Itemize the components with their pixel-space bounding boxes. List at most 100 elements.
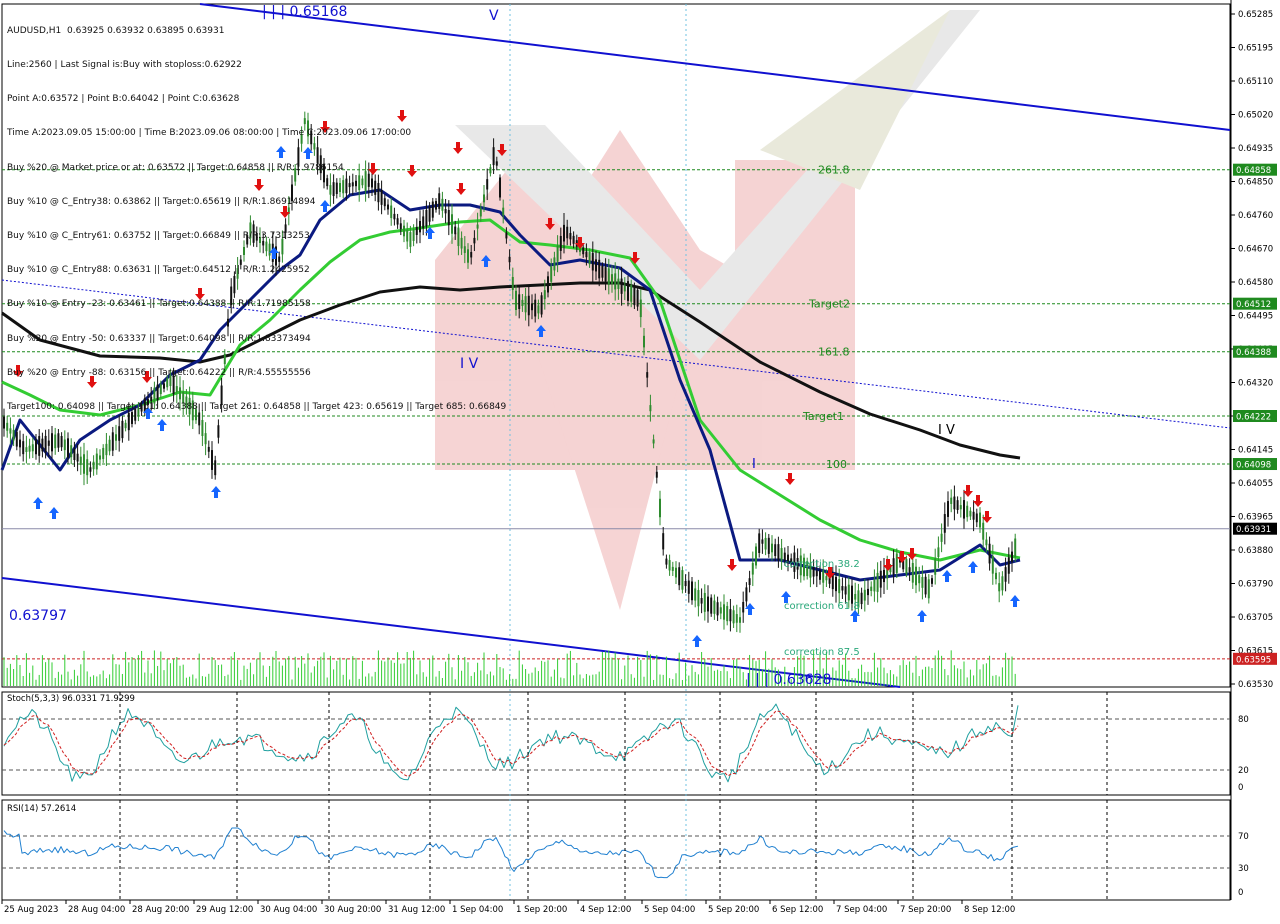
level-price-text: 0.63595 — [1236, 655, 1271, 665]
candle-body — [28, 445, 31, 452]
time-tick-label: 30 Aug 20:00 — [324, 905, 381, 915]
candle-body — [918, 575, 921, 584]
candle-body — [982, 522, 985, 540]
candle-body — [921, 576, 924, 588]
candle-body — [822, 570, 825, 583]
level-price-text: 0.64858 — [1236, 166, 1271, 176]
candle-body — [3, 416, 5, 429]
level-price-text: 0.64222 — [1236, 413, 1271, 423]
candle-body — [915, 566, 917, 586]
candle-body — [844, 586, 847, 595]
candle-body — [905, 558, 908, 574]
candle-body — [739, 617, 741, 623]
candle-body — [950, 497, 953, 504]
candle-body — [694, 588, 697, 601]
info-line: Buy %10 @ C_Entry88: 0.63631 || Target:0… — [7, 265, 310, 276]
candle-body — [771, 543, 773, 553]
candle-body — [988, 543, 991, 564]
info-line: Line:2560 | Last Signal is:Buy with stop… — [7, 60, 242, 71]
candle-body — [73, 448, 76, 461]
candle-body — [860, 592, 863, 605]
candle-body — [540, 295, 543, 315]
candle-body — [659, 498, 661, 518]
candle-body — [745, 587, 748, 602]
candle-body — [943, 514, 946, 533]
candle-body — [777, 544, 780, 561]
signal-info-panel: AUDUSD,H1 0.63925 0.63932 0.63895 0.6393… — [7, 3, 506, 436]
candle-body — [841, 586, 844, 591]
candle-body — [630, 285, 633, 302]
current-price-text: 0.63931 — [1236, 525, 1271, 535]
price-tick-label: 0.65285 — [1238, 10, 1273, 20]
price-tick-label: 0.63790 — [1238, 580, 1273, 590]
candle-body — [665, 558, 668, 565]
candle-body — [726, 606, 729, 622]
info-line: Buy %10 @ C_Entry61: 0.63752 || Target:0… — [7, 231, 310, 242]
candle-body — [207, 446, 210, 452]
level-label: 161.8 — [818, 346, 850, 359]
price-tick-label: 0.65020 — [1238, 111, 1273, 121]
correction-label: correction 38.2 — [784, 559, 860, 570]
candle-body — [19, 439, 21, 448]
price-tick-label: 0.65195 — [1238, 44, 1273, 54]
price-tick-label: 0.65110 — [1238, 77, 1273, 87]
candle-body — [211, 450, 213, 470]
candle-body — [975, 513, 978, 523]
candle-body — [639, 299, 642, 318]
rsi-label: RSI(14) 57.2614 — [7, 804, 76, 814]
candle-body — [972, 511, 975, 520]
time-tick-label: 25 Aug 2023 — [4, 905, 58, 915]
candle-body — [956, 500, 959, 510]
candle-body — [22, 441, 25, 455]
candle-body — [819, 570, 821, 580]
candle-body — [515, 290, 517, 310]
price-tick-label: 0.64145 — [1238, 446, 1273, 456]
candle-body — [876, 572, 879, 592]
candle-body — [831, 574, 834, 590]
time-tick-label: 7 Sep 04:00 — [836, 905, 887, 915]
time-tick-label: 28 Aug 20:00 — [132, 905, 189, 915]
candle-body — [934, 558, 937, 575]
candle-body — [643, 335, 645, 348]
candle-body — [684, 580, 687, 587]
candle-body — [611, 274, 613, 284]
candle-body — [963, 500, 965, 519]
candle-body — [835, 576, 837, 592]
candle-body — [559, 235, 562, 251]
candle-body — [892, 558, 895, 575]
candle-body — [598, 259, 601, 279]
candle-body — [703, 592, 706, 612]
info-line: Buy %20 @ Market price or at: 0.63572 ||… — [7, 162, 344, 173]
candle-body — [102, 447, 105, 460]
candle-body — [985, 539, 988, 546]
candle-body — [825, 576, 828, 581]
candle-body — [969, 510, 972, 517]
candle-body — [675, 567, 677, 578]
info-line: Buy %10 @ C_Entry38: 0.63862 || Target:0… — [7, 196, 316, 207]
wave-label-i: I — [752, 457, 756, 472]
candle-body — [691, 581, 693, 601]
candle-body — [895, 553, 898, 573]
candle-body — [729, 609, 732, 622]
info-line: Buy %20 @ Entry -50: 0.63337 || Target:0… — [7, 333, 311, 344]
candle-body — [854, 593, 857, 600]
candle-body — [623, 285, 626, 292]
candle-body — [524, 296, 527, 313]
stoch-panel-frame — [1, 691, 1231, 796]
candle-body — [563, 224, 565, 242]
candle-body — [1001, 576, 1004, 591]
level-label: 100 — [826, 458, 847, 471]
candle-body — [713, 600, 716, 614]
candle-body — [83, 454, 85, 474]
candle-body — [1011, 551, 1013, 562]
candle-body — [1007, 557, 1010, 574]
time-tick-label: 4 Sep 12:00 — [580, 905, 631, 915]
level-label: 261.8 — [818, 164, 850, 177]
candle-body — [76, 453, 79, 462]
candle-body — [595, 259, 597, 272]
rsi-level-label: 0 — [1238, 888, 1243, 898]
candle-body — [700, 598, 703, 604]
wave-label-bottom-value: 0.63797 — [9, 608, 67, 624]
candle-body — [620, 278, 623, 294]
candle-body — [716, 602, 719, 616]
